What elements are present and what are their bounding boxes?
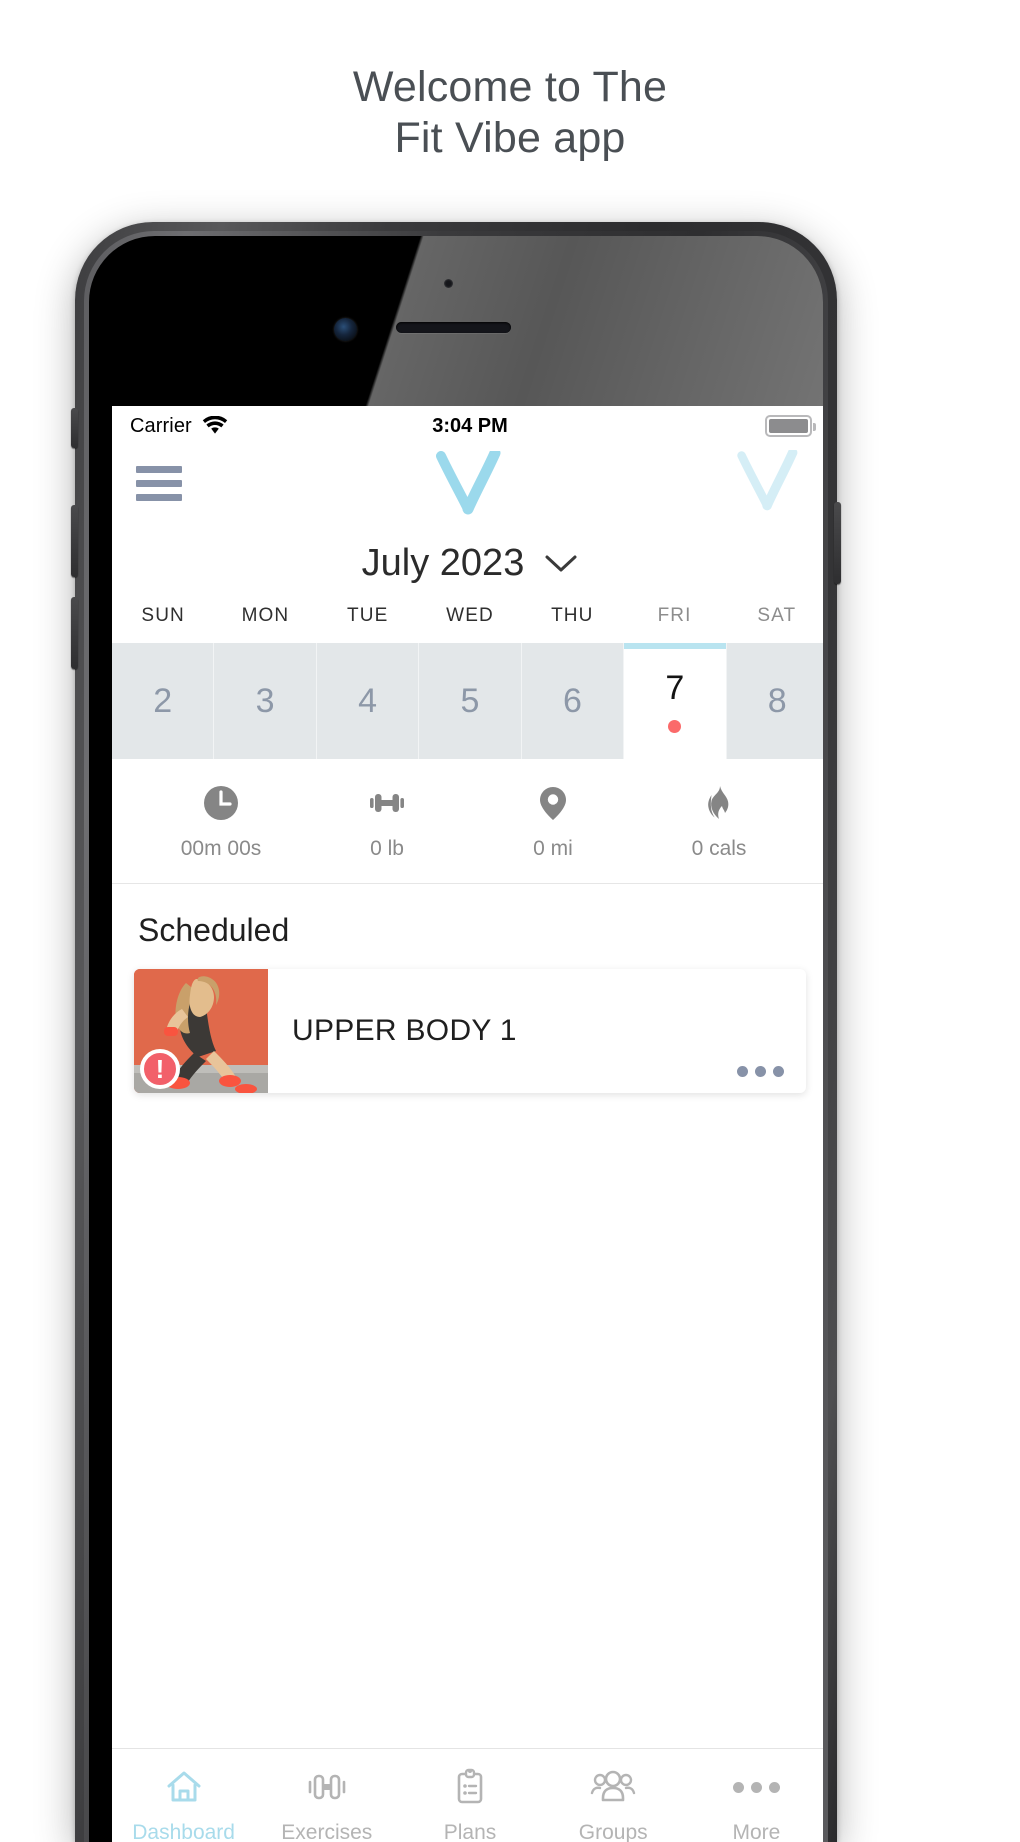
ellipsis-icon [732, 1765, 780, 1809]
ellipsis-dot [768, 1781, 780, 1793]
calendar-day-cell[interactable]: 2 [112, 643, 215, 759]
weekday-label-fri: FRI [657, 605, 692, 626]
fit-vibe-logo-icon [436, 451, 501, 515]
scheduled-section-title: Scheduled [138, 912, 290, 948]
stat-distance: 0 mi [494, 783, 612, 861]
calendar-day-number: 4 [358, 681, 378, 720]
workout-card[interactable]: ! UPPER BODY 1 [134, 969, 806, 1093]
hamburger-menu-icon[interactable] [136, 465, 182, 501]
calendar-day-cell-selected[interactable]: 7 [624, 643, 727, 759]
hamburger-bar [136, 465, 182, 473]
ios-status-bar: Carrier 3:04 PM [112, 406, 823, 446]
tab-label-dashboard: Dashboard [132, 1821, 235, 1842]
battery-icon [765, 415, 816, 437]
stat-calories-value: 0 cals [691, 837, 747, 860]
workout-card-body: UPPER BODY 1 [268, 969, 806, 1093]
weekday-label-wed: WED [446, 605, 494, 626]
location-pin-icon [540, 787, 566, 820]
kebab-dot [773, 1066, 784, 1077]
calendar-day-cell[interactable]: 4 [316, 643, 420, 759]
hamburger-bar [136, 493, 182, 501]
app-header [112, 446, 823, 520]
dumbbell-icon [308, 1774, 346, 1800]
workout-name: UPPER BODY 1 [292, 1014, 517, 1047]
flame-icon [708, 786, 729, 819]
calendar-day-number: 3 [255, 681, 275, 720]
clock-icon [204, 786, 238, 820]
status-bar-right [765, 415, 816, 437]
daily-stats-row: 00m 00s 0 lb 0 mi 0 cals [112, 759, 823, 884]
tab-groups[interactable]: Groups [542, 1765, 685, 1842]
stat-weight-value: 0 lb [370, 837, 404, 860]
kebab-dot [755, 1066, 766, 1077]
stat-duration-value: 00m 00s [180, 837, 262, 860]
tab-label-groups: Groups [578, 1821, 648, 1842]
calendar-day-cell[interactable]: 6 [521, 643, 625, 759]
more-options-icon[interactable] [737, 1066, 784, 1077]
calendar-day-cell[interactable]: 3 [214, 643, 317, 759]
weekday-header-row: SUN MON TUE WED THU FRI SAT [112, 605, 823, 643]
tab-label-plans: Plans [443, 1821, 497, 1842]
calendar-day-cell[interactable]: 8 [726, 643, 823, 759]
stat-duration: 00m 00s [162, 783, 280, 861]
stat-distance-value: 0 mi [533, 837, 573, 860]
workout-thumbnail: ! [134, 969, 268, 1093]
volume-down-button[interactable] [71, 597, 78, 669]
headline-line-2: Fit Vibe app [394, 113, 626, 162]
phone-screen: Carrier 3:04 PM July 2023 SUN MON TUE WE… [112, 406, 823, 1842]
page-title: Welcome to The Fit Vibe app [0, 0, 1020, 163]
kebab-dot [737, 1066, 748, 1077]
tab-dashboard[interactable]: Dashboard [112, 1765, 255, 1842]
bottom-tab-bar: Dashboard Exercises Plans Groups More [112, 1748, 823, 1842]
volume-up-button[interactable] [71, 505, 78, 577]
carrier-label: Carrier [130, 414, 192, 437]
fit-vibe-logo [112, 451, 823, 515]
content-spacer [112, 1093, 823, 1748]
home-icon [167, 1771, 201, 1802]
wifi-icon [202, 416, 228, 434]
tab-plans[interactable]: Plans [398, 1765, 541, 1842]
ellipsis-dot [732, 1781, 744, 1793]
headline-line-1: Welcome to The [352, 63, 668, 111]
tab-label-exercises: Exercises [281, 1821, 373, 1842]
weekday-label-sun: SUN [141, 605, 185, 626]
weekday-label-tue: TUE [347, 605, 389, 626]
calendar-day-number: 5 [460, 681, 480, 720]
alert-badge-icon: ! [140, 1049, 180, 1089]
calendar-day-cell[interactable]: 5 [419, 643, 522, 759]
month-selector[interactable]: July 2023 [112, 520, 823, 605]
people-icon [591, 1770, 636, 1802]
tab-exercises[interactable]: Exercises [255, 1765, 398, 1842]
hamburger-bar [136, 479, 182, 487]
stat-calories: 0 cals [660, 783, 778, 861]
calendar-day-number: 7 [665, 669, 685, 707]
stat-weight: 0 lb [328, 783, 446, 861]
calendar-day-number: 2 [153, 681, 173, 720]
tab-more[interactable]: More [685, 1765, 823, 1842]
calendar-day-number: 6 [562, 681, 582, 720]
fit-vibe-logo-faded-icon [737, 447, 798, 510]
microphone-icon [444, 279, 453, 288]
weekday-label-sat: SAT [757, 605, 797, 626]
phone-device-frame: Carrier 3:04 PM July 2023 SUN MON TUE WE… [71, 222, 841, 1842]
clipboard-icon [457, 1768, 483, 1804]
ellipsis-dot [750, 1781, 762, 1793]
weekday-label-thu: THU [551, 605, 594, 626]
event-dot-indicator [668, 720, 682, 733]
weekday-label-mon: MON [241, 605, 290, 626]
calendar-day-number: 8 [767, 681, 787, 720]
status-bar-left: Carrier [130, 415, 228, 438]
chevron-down-icon[interactable] [544, 553, 578, 575]
fit-vibe-logo-secondary[interactable] [734, 447, 804, 517]
silent-switch[interactable] [71, 408, 78, 448]
front-camera-icon [334, 318, 357, 341]
device-bezel: Carrier 3:04 PM July 2023 SUN MON TUE WE… [89, 236, 823, 1842]
month-label: July 2023 [361, 542, 525, 584]
earpiece-speaker [396, 322, 511, 333]
tab-label-more: More [732, 1821, 781, 1842]
power-button[interactable] [834, 502, 841, 584]
battery-fill [769, 419, 808, 433]
calendar-week-strip: 2 3 4 5 6 7 8 [112, 643, 823, 759]
dumbbell-icon [370, 794, 404, 812]
